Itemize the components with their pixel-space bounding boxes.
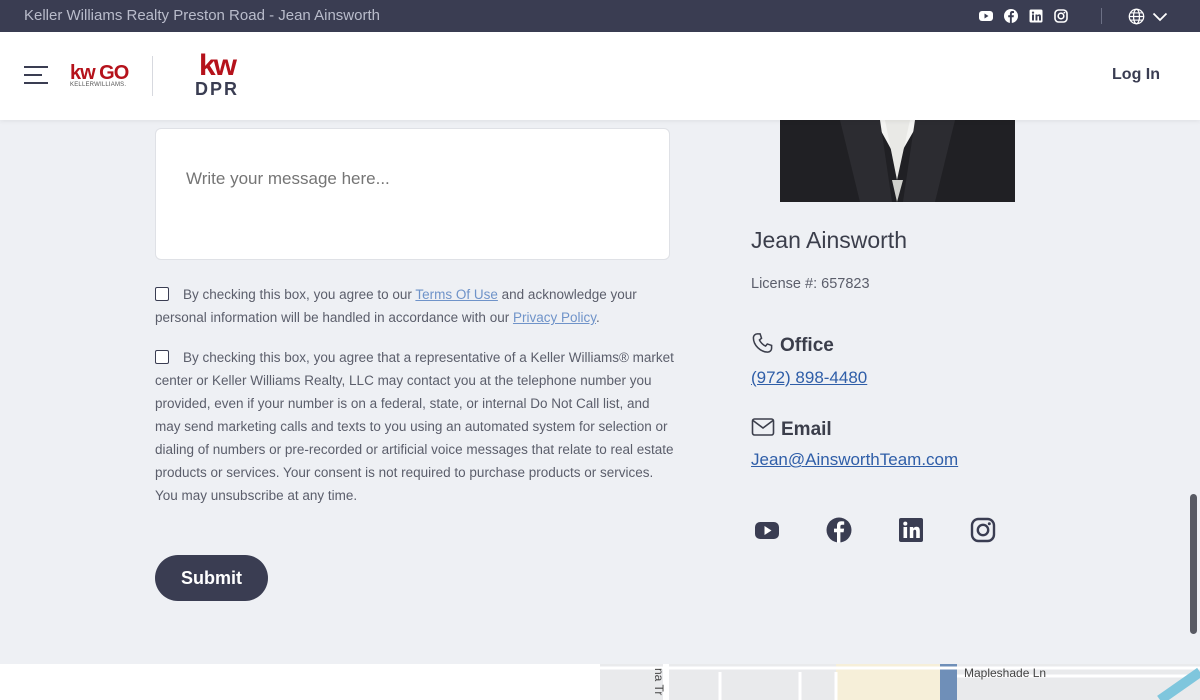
instagram-icon[interactable] [969,516,997,544]
map-street-label: na Tr [652,668,666,696]
agent-photo [780,120,1015,202]
linkedin-icon[interactable] [897,516,925,544]
office-heading: Office [751,331,834,361]
site-header: kw GO KELLERWILLIAMS. kw DPR Log In [0,32,1200,120]
privacy-policy-link[interactable]: Privacy Policy [513,310,596,325]
linkedin-icon[interactable] [1028,8,1044,24]
email-heading: Email [751,417,832,443]
terms-of-use-link[interactable]: Terms Of Use [415,287,498,302]
map-street-label: Mapleshade Ln [964,666,1047,680]
phone-icon [751,331,774,361]
email-link[interactable]: Jean@AinsworthTeam.com [751,450,958,470]
hamburger-menu-icon[interactable] [24,66,48,86]
facebook-icon[interactable] [825,516,853,544]
contact-consent-text: By checking this box, you agree that a r… [155,350,674,503]
footer-section [0,664,600,700]
agent-name: Jean Ainsworth [751,227,907,253]
license-number: License #: 657823 [751,276,870,292]
chevron-down-icon[interactable] [1152,10,1168,28]
office-phone-link[interactable]: (972) 898-4480 [751,368,867,388]
office-label: Office [780,335,834,356]
facebook-icon[interactable] [1003,8,1019,24]
kw-go-logo[interactable]: kw GO KELLERWILLIAMS. [70,62,129,88]
globe-icon[interactable] [1128,8,1145,30]
instagram-icon[interactable] [1053,8,1069,24]
terms-consent-text: By checking this box, you agree to our T… [155,287,637,325]
envelope-icon [751,417,775,443]
youtube-icon[interactable] [978,8,994,24]
email-label: Email [781,419,832,440]
logo-divider [152,56,153,96]
login-link[interactable]: Log In [1112,66,1160,84]
message-input[interactable] [155,128,670,260]
topbar-divider [1101,8,1102,24]
top-social-icons [978,8,1069,24]
top-bar: Keller Williams Realty Preston Road - Je… [0,0,1200,32]
youtube-icon[interactable] [753,516,781,544]
kw-dpr-logo[interactable]: kw DPR [195,51,239,99]
page-scrollbar[interactable] [1190,494,1197,634]
submit-button[interactable]: Submit [155,555,268,601]
site-title: Keller Williams Realty Preston Road - Je… [24,7,380,24]
map[interactable]: Mapleshade Ln na Tr [600,664,1200,700]
